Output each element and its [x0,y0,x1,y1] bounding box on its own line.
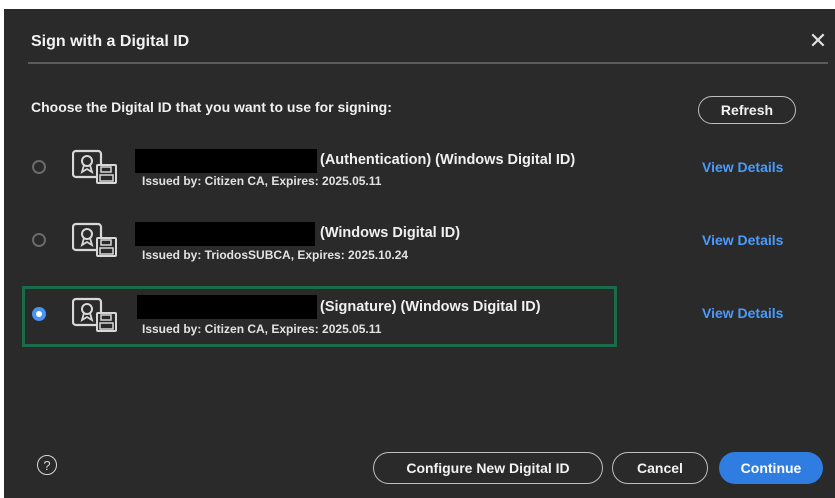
id-issuer: Issued by: Citizen CA, Expires: 2025.05.… [142,174,382,188]
view-details-link[interactable]: View Details [702,159,783,175]
digital-id-row[interactable]: (Authentication) (Windows Digital ID) Is… [4,137,835,197]
choose-id-prompt: Choose the Digital ID that you want to u… [31,99,392,115]
redacted-id-name [135,149,317,173]
id-radio[interactable] [32,160,46,174]
id-issuer: Issued by: TriodosSUBCA, Expires: 2025.1… [142,248,409,262]
dialog-title: Sign with a Digital ID [31,33,190,50]
selection-highlight [22,286,617,347]
title-divider [28,62,828,64]
id-name: (Authentication) (Windows Digital ID) [320,152,576,168]
sign-with-digital-id-dialog: Sign with a Digital ID ✕ Choose the Digi… [4,9,835,498]
view-details-link[interactable]: View Details [702,232,783,248]
refresh-button[interactable]: Refresh [698,96,796,124]
cancel-button[interactable]: Cancel [612,452,708,484]
continue-button[interactable]: Continue [719,452,823,484]
view-details-link[interactable]: View Details [702,305,783,321]
help-icon[interactable]: ? [37,455,57,475]
certificate-icon [72,222,117,257]
id-radio[interactable] [32,233,46,247]
certificate-icon [72,149,117,184]
id-name: (Windows Digital ID) [320,225,461,241]
close-icon[interactable]: ✕ [804,27,832,55]
configure-new-digital-id-button[interactable]: Configure New Digital ID [373,452,603,484]
redacted-id-name [135,222,315,246]
digital-id-row[interactable]: (Windows Digital ID) Issued by: TriodosS… [4,210,835,270]
